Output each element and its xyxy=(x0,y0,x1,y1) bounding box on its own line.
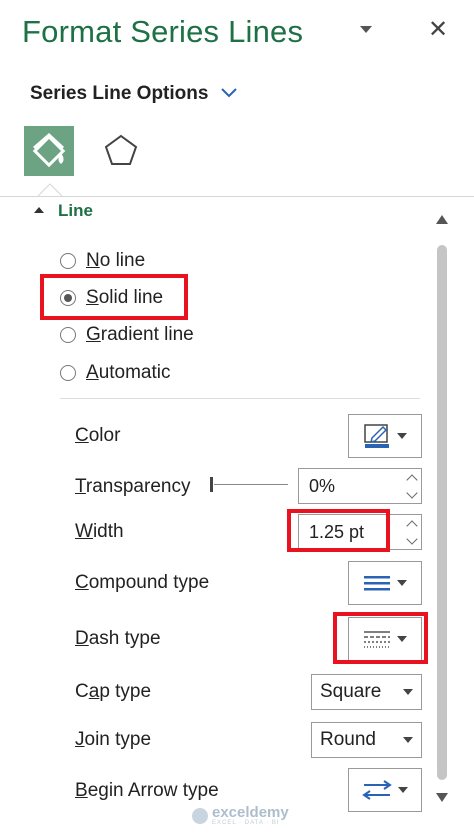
dropdown-arrow-icon xyxy=(397,580,407,586)
spin-up-icon[interactable] xyxy=(406,473,418,486)
radio-label: No line xyxy=(86,250,146,271)
radio-gradient-line[interactable]: Gradient line xyxy=(60,322,194,348)
radio-no-line[interactable]: No line xyxy=(60,248,145,274)
compound-lines-icon xyxy=(364,576,390,591)
label-dash-type: Dash type xyxy=(75,628,161,649)
label-width: Width xyxy=(75,521,124,542)
dropdown-arrow-icon xyxy=(403,737,413,743)
pen-color-icon xyxy=(364,424,389,448)
cap-type-value: Square xyxy=(320,681,382,702)
compound-type-button[interactable] xyxy=(348,561,422,605)
pane-title: Format Series Lines xyxy=(22,14,304,49)
label-cap-type: Cap type xyxy=(75,681,152,702)
label-join-type: Join type xyxy=(75,729,152,750)
transparency-slider-handle[interactable] xyxy=(210,477,213,492)
scrollbar-thumb[interactable] xyxy=(437,245,447,780)
highlight-box-dash-type xyxy=(333,612,428,664)
label-begin-arrow-type: Begin Arrow type xyxy=(75,780,219,801)
scroll-down-arrow-icon[interactable] xyxy=(436,793,448,802)
label-color: Color xyxy=(75,425,121,446)
pane-options-dropdown-icon[interactable] xyxy=(360,26,372,33)
highlight-box-solid-line xyxy=(40,274,188,320)
spin-down-icon[interactable] xyxy=(406,532,418,545)
transparency-spinner[interactable]: 0% xyxy=(298,468,422,504)
radio-button[interactable] xyxy=(60,365,76,381)
spin-up-icon[interactable] xyxy=(406,519,418,532)
radio-button[interactable] xyxy=(60,327,76,343)
radio-automatic[interactable]: Automatic xyxy=(60,360,171,386)
tab-fill-and-line[interactable] xyxy=(24,126,74,176)
collapse-triangle-icon[interactable] xyxy=(34,207,44,213)
chevron-down-icon[interactable] xyxy=(220,87,238,99)
series-line-options-dropdown[interactable]: Series Line Options xyxy=(30,83,208,105)
spin-down-icon[interactable] xyxy=(406,486,418,499)
pentagon-icon xyxy=(104,134,138,165)
cap-type-select[interactable]: Square xyxy=(311,674,422,710)
radio-button[interactable] xyxy=(60,253,76,269)
label-compound-type: Compound type xyxy=(75,572,210,593)
exceldemy-logo-icon xyxy=(192,808,208,824)
dropdown-arrow-icon xyxy=(397,433,407,439)
dropdown-arrow-icon xyxy=(403,689,413,695)
exceldemy-watermark: exceldemy EXCEL · DATA · BI xyxy=(192,805,289,826)
begin-arrow-type-button[interactable] xyxy=(348,768,422,812)
scroll-up-arrow-icon[interactable] xyxy=(436,215,448,224)
color-picker-button[interactable] xyxy=(348,414,422,458)
section-separator xyxy=(60,398,420,399)
join-type-value: Round xyxy=(320,729,376,750)
close-icon[interactable]: ✕ xyxy=(428,18,448,42)
paint-bucket-icon xyxy=(32,132,66,168)
tab-effects[interactable] xyxy=(96,126,146,176)
radio-label: Automatic xyxy=(86,362,171,383)
highlight-box-width xyxy=(287,509,390,552)
tab-pointer xyxy=(37,176,63,197)
section-title-line[interactable]: Line xyxy=(58,201,93,221)
transparency-slider-track[interactable] xyxy=(214,484,288,485)
dropdown-arrow-icon xyxy=(398,787,408,793)
label-transparency: Transparency xyxy=(75,476,191,497)
tab-divider xyxy=(0,196,474,197)
join-type-select[interactable]: Round xyxy=(311,722,422,758)
arrow-lines-icon xyxy=(362,780,392,800)
radio-label: Gradient line xyxy=(86,324,194,345)
transparency-value[interactable]: 0% xyxy=(299,476,403,497)
